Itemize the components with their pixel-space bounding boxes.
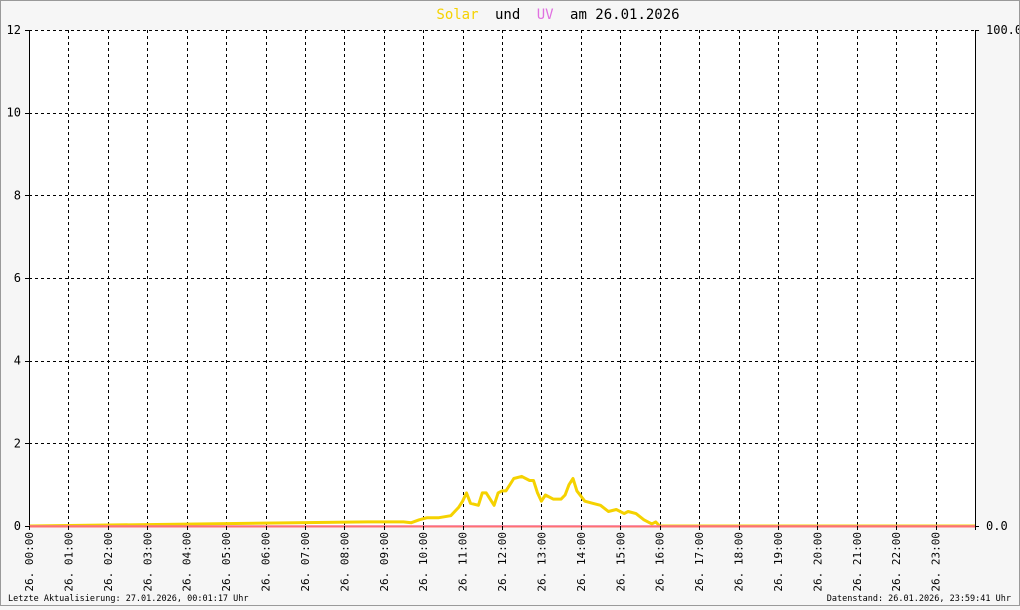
x-tick-label: 26. 06:00 xyxy=(260,532,273,592)
x-tick-label: 26. 12:00 xyxy=(496,532,509,592)
x-tick-label: 26. 03:00 xyxy=(141,532,154,592)
footer-data-status: Datenstand: 26.01.2026, 23:59:41 Uhr xyxy=(827,594,1011,604)
title-und: und xyxy=(495,7,520,23)
x-tick-label: 26. 20:00 xyxy=(811,532,824,592)
x-tick-label: 26. 18:00 xyxy=(733,532,746,592)
y-tick-label: 12 xyxy=(7,23,21,37)
chart-canvas: 0 2 4 6 8 10 12 0.0 100.0 26. 00:00 26. 01:00 26. 0… xyxy=(0,0,1020,606)
y-tick-label: 2 xyxy=(14,436,21,450)
x-tick-label: 26. 16:00 xyxy=(654,532,667,592)
x-tick-label: 26. 14:00 xyxy=(575,532,588,592)
y2-tick-label: 0.0 xyxy=(986,519,1008,533)
y-tick-label: 0 xyxy=(14,519,21,533)
x-tick-label: 26. 01:00 xyxy=(62,532,75,592)
y-tick-label: 8 xyxy=(14,188,21,202)
x-tick-label: 26. 02:00 xyxy=(102,532,115,592)
y2-tick-label: 100.0 xyxy=(986,23,1020,37)
solar-uv-chart: 0 2 4 6 8 10 12 0.0 100.0 26. 00:00 26. 01:00 26. 0… xyxy=(0,0,1020,606)
title-solar: Solar xyxy=(436,7,478,23)
x-tick-label: 26. 10:00 xyxy=(417,532,430,592)
x-tick-label: 26. 19:00 xyxy=(772,532,785,592)
title-uv: UV xyxy=(537,7,554,23)
x-tick-label: 26. 08:00 xyxy=(338,532,351,592)
y-tick-label: 10 xyxy=(7,106,21,120)
title-date: am 26.01.2026 xyxy=(570,7,680,23)
x-tick-label: 26. 09:00 xyxy=(378,532,391,592)
x-tick-label: 26. 11:00 xyxy=(457,532,470,592)
x-tick-label: 26. 17:00 xyxy=(693,532,706,592)
y-tick-label: 4 xyxy=(14,354,21,368)
y-tick-label: 6 xyxy=(14,271,21,285)
x-tick-label: 26. 15:00 xyxy=(614,532,627,592)
x-tick-label: 26. 04:00 xyxy=(181,532,194,592)
x-tick-label: 26. 13:00 xyxy=(535,532,548,592)
footer-last-update: Letzte Aktualisierung: 27.01.2026, 00:01… xyxy=(8,594,249,604)
x-tick-label: 26. 23:00 xyxy=(930,532,943,592)
x-tick-label: 26. 22:00 xyxy=(890,532,903,592)
x-tick-label: 26. 21:00 xyxy=(851,532,864,592)
x-tick-label: 26. 00:00 xyxy=(23,532,36,592)
chart-title: Solar und UV am 26.01.2026 xyxy=(436,7,679,23)
x-tick-label: 26. 05:00 xyxy=(220,532,233,592)
x-tick-label: 26. 07:00 xyxy=(299,532,312,592)
